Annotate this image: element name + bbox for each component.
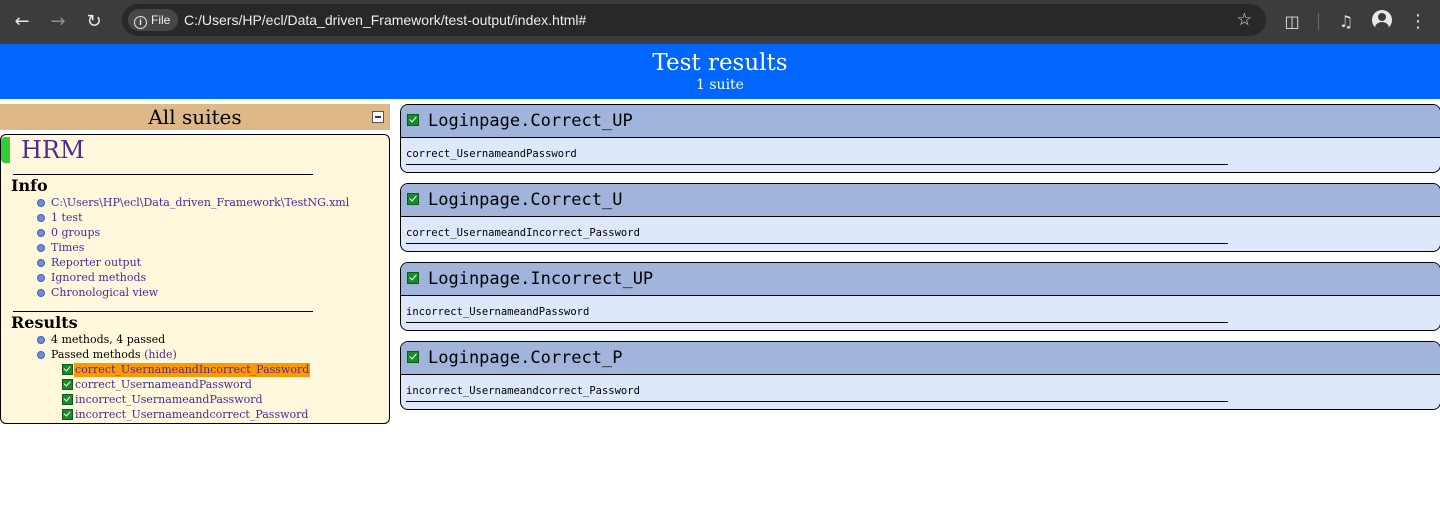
site-info-label: File (151, 13, 171, 27)
bullet (37, 259, 45, 267)
browser-toolbar: ← → ↻ i File C:/Users/HP/ecl/Data_driven_… (0, 0, 1440, 44)
results-heading: Results (11, 313, 78, 332)
suite-panel: HRM Info C:\Users\HP\ecl\Data_driven_Fra… (0, 134, 390, 424)
methods-summary: 4 methods, 4 passed (51, 333, 166, 346)
bullet (37, 214, 45, 222)
class-panel: Loginpage.Correct_U correct_UsernameandI… (400, 183, 1440, 252)
passed-methods-label: Passed methods (hide) (51, 347, 177, 362)
results-banner: Test results 1 suite (0, 44, 1440, 99)
reporter-output-link[interactable]: Reporter output (51, 255, 141, 270)
divider (406, 401, 1228, 402)
address-bar[interactable]: i File C:/Users/HP/ecl/Data_driven_Framew… (122, 4, 1266, 36)
collapse-icon[interactable] (372, 111, 384, 123)
extensions-icon[interactable]: ◫ (1278, 8, 1306, 36)
class-panel: Loginpage.Correct_P incorrect_Usernamean… (400, 341, 1440, 410)
reload-icon[interactable]: ↻ (80, 8, 108, 36)
class-panel: Loginpage.Incorrect_UP incorrect_Usernam… (400, 262, 1440, 331)
method-link-incorrect-username-correct-password[interactable]: incorrect_Usernameandcorrect_Password (74, 408, 309, 422)
star-icon[interactable]: ☆ (1237, 4, 1252, 36)
class-panel-header: Loginpage.Correct_U (401, 184, 1440, 217)
method-name: incorrect_Usernameandcorrect_Password (406, 385, 640, 397)
testng-xml-link[interactable]: C:\Users\HP\ecl\Data_driven_Framework\Te… (51, 195, 349, 210)
method-link-correct-username-password[interactable]: correct_UsernameandPassword (74, 378, 253, 392)
url-text[interactable]: C:/Users/HP/ecl/Data_driven_Framework/te… (184, 4, 586, 36)
divider (13, 174, 313, 175)
times-link[interactable]: Times (51, 240, 84, 255)
method-link-correct-username-incorrect-password[interactable]: correct_UsernameandIncorrect_Password (74, 363, 311, 377)
page-title: Test results (652, 50, 788, 76)
method-name: correct_UsernameandPassword (406, 148, 577, 160)
class-panel-header: Loginpage.Correct_P (401, 342, 1440, 375)
info-icon: i (134, 16, 147, 29)
all-suites-label: All suites (148, 105, 242, 129)
forward-arrow-icon[interactable]: → (44, 8, 72, 36)
site-info-chip[interactable]: i File (128, 9, 179, 31)
info-heading: Info (11, 176, 48, 195)
divider (13, 311, 313, 312)
checkbox-icon (62, 394, 73, 405)
method-name: incorrect_UsernameandPassword (406, 306, 590, 318)
divider (406, 243, 1228, 244)
class-panel: Loginpage.Correct_UP correct_Usernameand… (400, 104, 1440, 173)
checkbox-icon (62, 364, 73, 375)
class-title: Loginpage.Correct_UP (428, 111, 633, 131)
checkbox-icon (407, 114, 419, 126)
chronological-view-link[interactable]: Chronological view (51, 285, 158, 300)
class-title: Loginpage.Correct_P (428, 348, 623, 368)
menu-icon[interactable]: ⋮ (1404, 8, 1432, 36)
checkbox-icon (407, 193, 419, 205)
bullet (37, 199, 45, 207)
class-panel-header: Loginpage.Incorrect_UP (401, 263, 1440, 296)
ignored-methods-link[interactable]: Ignored methods (51, 270, 146, 285)
divider (406, 322, 1228, 323)
checkbox-icon (62, 409, 73, 420)
pass-status-bar (1, 137, 10, 163)
bullet (37, 351, 45, 359)
toolbar-divider (1318, 13, 1319, 30)
all-suites-header: All suites (0, 104, 390, 130)
checkbox-icon (407, 272, 419, 284)
class-title: Loginpage.Incorrect_UP (428, 269, 654, 289)
media-icon[interactable]: ♫ (1332, 8, 1360, 36)
bullet (37, 244, 45, 252)
checkbox-icon (62, 379, 73, 390)
tests-link[interactable]: 1 test (51, 210, 83, 225)
method-name: correct_UsernameandIncorrect_Password (406, 227, 640, 239)
suite-name[interactable]: HRM (21, 135, 85, 165)
bullet (37, 289, 45, 297)
class-title: Loginpage.Correct_U (428, 190, 623, 210)
groups-link[interactable]: 0 groups (51, 225, 100, 240)
divider (406, 164, 1228, 165)
suite-count: 1 suite (696, 77, 744, 93)
hide-link[interactable]: (hide) (144, 348, 177, 361)
profile-icon[interactable] (1372, 10, 1392, 30)
method-link-incorrect-username-password[interactable]: incorrect_UsernameandPassword (74, 393, 264, 407)
back-arrow-icon[interactable]: ← (8, 8, 36, 36)
class-panel-header: Loginpage.Correct_UP (401, 105, 1440, 138)
checkbox-icon (407, 351, 419, 363)
bullet (37, 229, 45, 237)
bullet (37, 274, 45, 282)
bullet (37, 336, 45, 344)
passed-methods-text: Passed methods (51, 348, 141, 361)
